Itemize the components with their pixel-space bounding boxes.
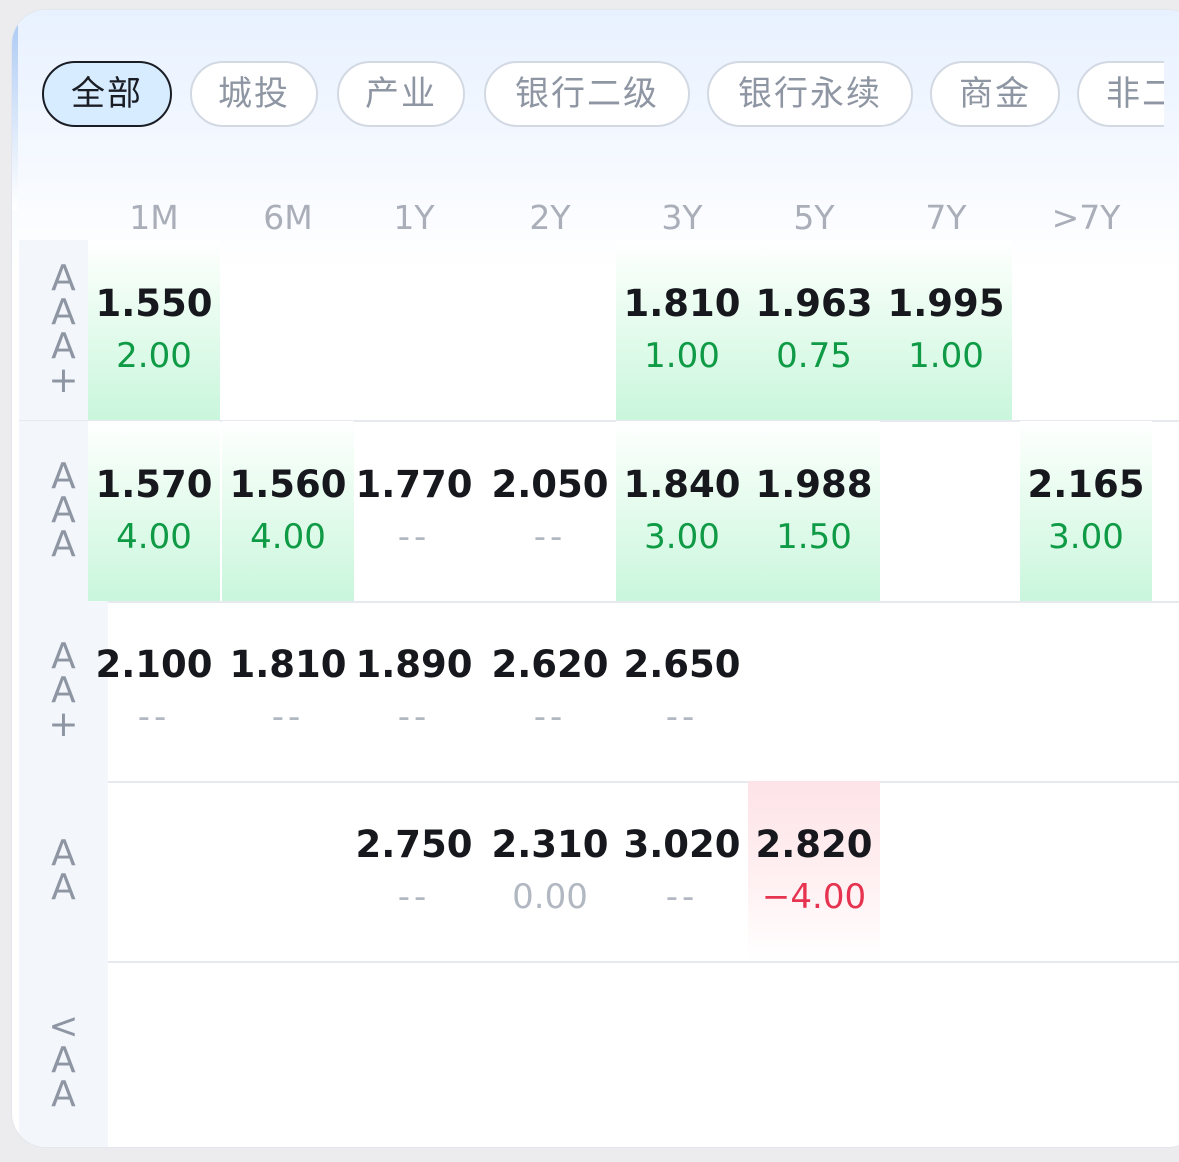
rating-char: A [51, 636, 76, 677]
yield-value: 1.770 [355, 463, 473, 506]
yield-cell[interactable]: 1.840 3.00 [616, 421, 748, 601]
yield-cell[interactable]: 2.650 -- [616, 601, 748, 781]
yield-cell[interactable]: 2.620 -- [484, 601, 616, 781]
yield-value: 2.310 [491, 823, 609, 866]
yield-change: 1.50 [776, 517, 852, 557]
rating-char: A [51, 1074, 76, 1115]
yield-cell[interactable]: 2.310 0.00 [484, 781, 616, 961]
yield-value: 2.100 [95, 643, 213, 686]
yield-value: 1.840 [623, 463, 741, 506]
term-header-0: 1M [129, 198, 179, 237]
rating-char: A [51, 524, 76, 565]
yield-value: 2.650 [623, 643, 741, 686]
filter-tab-1[interactable]: 城投 [190, 61, 318, 127]
yield-change: -- [533, 697, 567, 737]
filter-tabs: 全部 城投 产业 银行二级 银行永续 商金 非二 [40, 61, 1164, 131]
filter-tab-6[interactable]: 非二 [1077, 61, 1164, 127]
yield-change: -- [665, 877, 699, 917]
yield-change: -- [137, 697, 171, 737]
filter-tab-2[interactable]: 产业 [337, 61, 465, 127]
rating-char: A [51, 456, 76, 497]
yield-value: 2.750 [355, 823, 473, 866]
yield-cell[interactable]: 1.770 -- [348, 421, 480, 601]
yield-cell[interactable]: 1.560 4.00 [222, 421, 354, 601]
yield-cell[interactable]: 2.165 3.00 [1020, 421, 1152, 601]
yield-value: 1.810 [229, 643, 347, 686]
yield-cell[interactable]: 2.050 -- [484, 421, 616, 601]
yield-cell[interactable]: 1.810 1.00 [616, 240, 748, 420]
filter-tab-0[interactable]: 全部 [42, 61, 172, 127]
yield-change: -- [397, 517, 431, 557]
rating-char: A [51, 292, 76, 333]
yield-value: 3.020 [623, 823, 741, 866]
yield-matrix-card: 全部 城投 产业 银行二级 银行永续 商金 非二 1M 6M 1Y 2Y 3Y 5Y 7Y >7Y AAA… [12, 10, 1179, 1147]
yield-change: −4.00 [761, 877, 867, 917]
card-edge-accent [12, 10, 18, 210]
yield-change: 3.00 [644, 517, 720, 557]
yield-change: -- [397, 877, 431, 917]
yield-value: 2.820 [755, 823, 873, 866]
yield-change: 4.00 [116, 517, 192, 557]
filter-tab-3[interactable]: 银行二级 [484, 61, 690, 127]
yield-value: 2.050 [491, 463, 609, 506]
yield-value: 2.620 [491, 643, 609, 686]
rating-char: A [51, 833, 76, 874]
rating-char: A [51, 490, 76, 531]
yield-value: 1.890 [355, 643, 473, 686]
yield-change: -- [397, 697, 431, 737]
yield-cell[interactable]: 1.550 2.00 [88, 240, 220, 420]
yield-change: 1.00 [908, 336, 984, 376]
yield-change: 1.00 [644, 336, 720, 376]
yield-change: -- [271, 697, 305, 737]
rating-char: A [51, 670, 76, 711]
rating-char: + [48, 360, 79, 401]
yield-value: 1.550 [95, 282, 213, 325]
yield-change: 0.75 [776, 336, 852, 376]
term-header-1: 6M [263, 198, 313, 237]
yield-cell[interactable]: 2.100 -- [88, 601, 220, 781]
yield-cell[interactable]: 1.988 1.50 [748, 421, 880, 601]
rating-label: AA [19, 781, 108, 961]
filter-tab-4[interactable]: 银行永续 [707, 61, 913, 127]
yield-cell[interactable]: 1.995 1.00 [880, 240, 1012, 420]
rating-char: A [51, 867, 76, 908]
yield-value: 1.810 [623, 282, 741, 325]
yield-cell[interactable]: 2.750 -- [348, 781, 480, 961]
rating-char: A [51, 326, 76, 367]
term-header-5: 5Y [793, 198, 835, 237]
yield-value: 1.560 [229, 463, 347, 506]
term-header-7: >7Y [1051, 198, 1121, 237]
rating-label: < A A [19, 961, 108, 1147]
yield-change: 2.00 [116, 336, 192, 376]
rating-char: A [51, 258, 76, 299]
yield-cell[interactable]: 1.963 0.75 [748, 240, 880, 420]
term-header-4: 3Y [661, 198, 703, 237]
yield-value: 1.570 [95, 463, 213, 506]
term-header-2: 1Y [393, 198, 435, 237]
yield-value: 2.165 [1027, 463, 1145, 506]
yield-change: -- [533, 517, 567, 557]
yield-change: -- [665, 697, 699, 737]
yield-value: 1.988 [755, 463, 873, 506]
row-divider [19, 961, 1179, 963]
yield-cell[interactable]: 1.570 4.00 [88, 421, 220, 601]
yield-change: 3.00 [1048, 517, 1124, 557]
yield-cell[interactable]: 1.810 -- [222, 601, 354, 781]
yield-change: 4.00 [250, 517, 326, 557]
rating-char: + [48, 704, 79, 745]
yield-cell[interactable]: 3.020 -- [616, 781, 748, 961]
rating-char: < [48, 1006, 79, 1047]
yield-change: 0.00 [512, 877, 588, 917]
yield-cell[interactable]: 2.820 −4.00 [748, 781, 880, 961]
filter-tab-5[interactable]: 商金 [930, 61, 1060, 127]
term-header-6: 7Y [925, 198, 967, 237]
yield-cell[interactable]: 1.890 -- [348, 601, 480, 781]
yield-value: 1.995 [887, 282, 1005, 325]
rating-char: A [51, 1040, 76, 1081]
yield-value: 1.963 [755, 282, 873, 325]
term-header-3: 2Y [529, 198, 571, 237]
